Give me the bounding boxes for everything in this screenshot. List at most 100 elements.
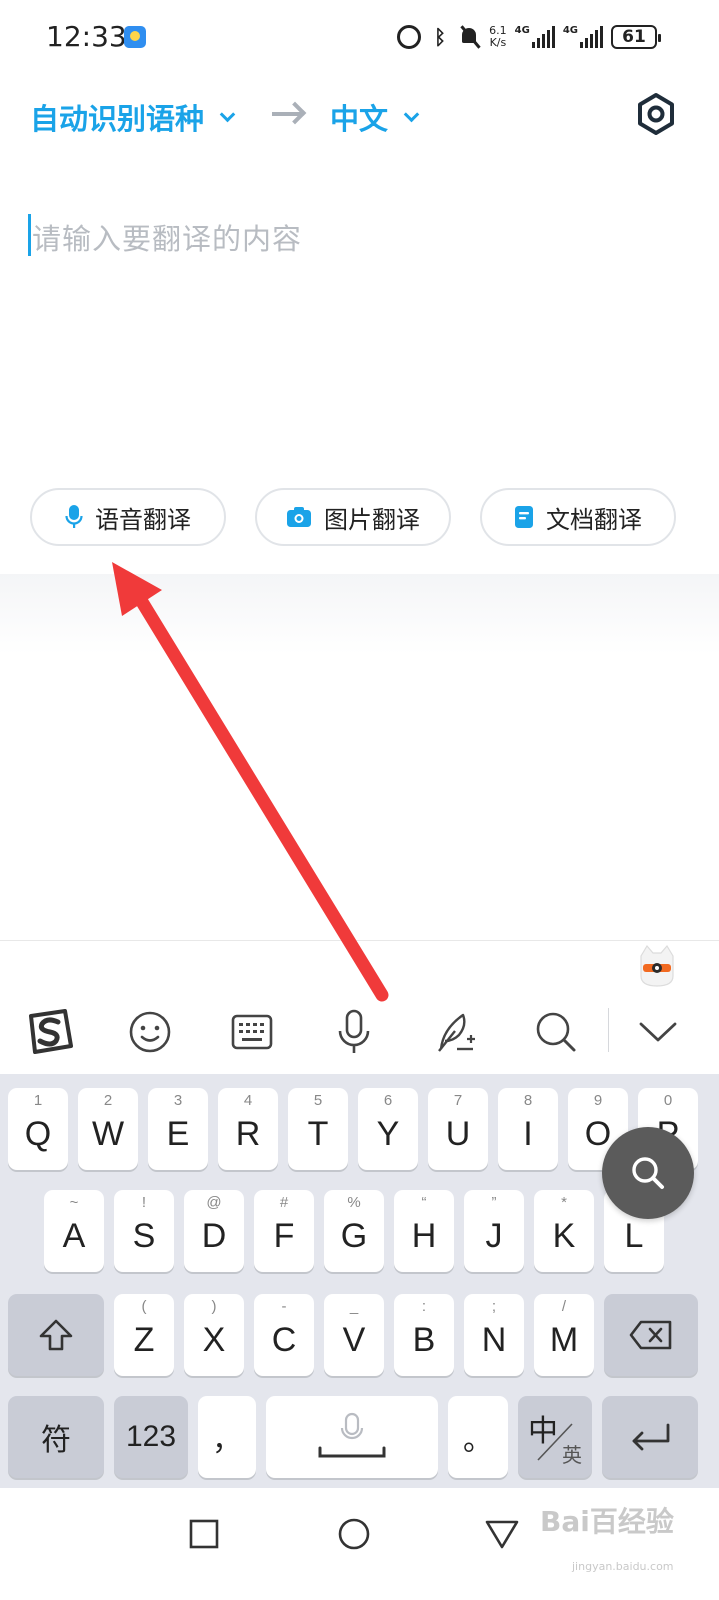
key-label: L xyxy=(624,1216,644,1255)
key-h[interactable]: “H xyxy=(394,1190,454,1272)
chevron-down-icon xyxy=(639,1022,677,1042)
comma-key[interactable]: ， xyxy=(198,1396,256,1478)
keyboard-layout-button[interactable] xyxy=(224,1004,280,1060)
key-hint: ~ xyxy=(69,1194,79,1211)
key-sublabel: 英 xyxy=(562,1445,582,1467)
key-d[interactable]: @ D xyxy=(184,1190,244,1272)
key-c[interactable]: -C xyxy=(254,1294,314,1376)
symbols-key[interactable]: 符 xyxy=(8,1396,104,1478)
key-hint: # xyxy=(279,1194,289,1211)
key-label: B xyxy=(412,1320,436,1359)
key-k[interactable]: * K xyxy=(534,1190,594,1272)
key-q[interactable]: 1Q xyxy=(8,1088,68,1170)
voice-translate-button[interactable]: 语音翻译 xyxy=(30,488,226,546)
key-s[interactable]: ! S xyxy=(114,1190,174,1272)
key-hint: * xyxy=(561,1194,567,1211)
battery-indicator: 61 xyxy=(611,25,661,49)
key-hint: 9 xyxy=(593,1092,603,1109)
text-caret xyxy=(28,214,31,256)
enter-key[interactable] xyxy=(602,1396,698,1478)
key-label: Q xyxy=(24,1114,52,1153)
key-i[interactable]: 8I xyxy=(498,1088,558,1170)
key-hint: 7 xyxy=(453,1092,463,1109)
key-e[interactable]: 3E xyxy=(148,1088,208,1170)
net-type-label: 4G xyxy=(514,25,530,36)
key-hint: 5 xyxy=(313,1092,323,1109)
key-label: U xyxy=(445,1114,471,1153)
key-label: I xyxy=(523,1114,533,1153)
search-button[interactable] xyxy=(528,1004,584,1060)
key-hint: - xyxy=(281,1298,287,1315)
key-g[interactable]: % G xyxy=(324,1190,384,1272)
key-b[interactable]: :B xyxy=(394,1294,454,1376)
settings-icon[interactable] xyxy=(634,92,678,136)
triangle-back-icon xyxy=(485,1520,519,1549)
document-translate-button[interactable]: 文档翻译 xyxy=(480,488,676,546)
back-button[interactable] xyxy=(482,1514,522,1554)
network-speed-unit: K/s xyxy=(489,36,507,49)
shift-key[interactable] xyxy=(8,1294,104,1376)
collapse-keyboard-button[interactable] xyxy=(630,1004,686,1060)
camera-icon xyxy=(287,507,311,527)
shift-icon xyxy=(39,1319,73,1351)
weather-icon xyxy=(124,26,146,48)
target-language-selector[interactable]: 中文 xyxy=(330,96,420,138)
sogou-logo-button[interactable] xyxy=(22,1004,78,1060)
key-hint: 0 xyxy=(663,1092,673,1109)
home-button[interactable] xyxy=(334,1514,374,1554)
key-label: D xyxy=(201,1216,227,1255)
key-m[interactable]: / M xyxy=(534,1294,594,1376)
network-speed: 6.1 K/s xyxy=(489,25,507,49)
key-u[interactable]: 7U xyxy=(428,1088,488,1170)
key-x[interactable]: ) X xyxy=(184,1294,244,1376)
key-label: T xyxy=(307,1114,329,1153)
floating-search-button[interactable] xyxy=(602,1127,694,1219)
search-icon xyxy=(536,1012,576,1052)
key-hint: : xyxy=(421,1298,427,1315)
emoji-button[interactable] xyxy=(122,1004,178,1060)
signal-1: 4G xyxy=(515,26,555,48)
key-y[interactable]: 6Y xyxy=(358,1088,418,1170)
key-hint: _ xyxy=(349,1298,359,1315)
key-v[interactable]: _ V xyxy=(324,1294,384,1376)
key-hint: ” xyxy=(491,1194,497,1211)
key-label: H xyxy=(411,1216,437,1255)
space-key[interactable] xyxy=(266,1396,438,1478)
mute-icon xyxy=(459,25,481,49)
key-w[interactable]: 2W xyxy=(78,1088,138,1170)
key-z[interactable]: (Z xyxy=(114,1294,174,1376)
key-label: X xyxy=(202,1320,226,1359)
numbers-key[interactable]: 123 xyxy=(114,1396,188,1478)
key-hint: 2 xyxy=(103,1092,113,1109)
key-label: 123 xyxy=(125,1420,177,1453)
watermark-brand: Bai百经验 xyxy=(540,1505,674,1538)
backspace-key[interactable] xyxy=(604,1294,698,1376)
key-label: V xyxy=(342,1320,366,1359)
microphone-icon xyxy=(65,505,83,528)
key-n[interactable]: ; N xyxy=(464,1294,524,1376)
key-a[interactable]: ~ A xyxy=(44,1190,104,1272)
feather-pen-icon xyxy=(438,1013,475,1052)
key-j[interactable]: ” J xyxy=(464,1190,524,1272)
mascot-icon[interactable] xyxy=(637,944,677,988)
chevron-down-icon xyxy=(403,106,420,122)
key-hint: ( xyxy=(141,1298,147,1315)
toolbar-separator xyxy=(608,1008,609,1052)
arrow-right-icon xyxy=(272,112,302,116)
period-key[interactable]: 。 xyxy=(448,1396,508,1478)
source-language-label: 自动识别语种 xyxy=(30,102,205,136)
sogou-logo-icon xyxy=(29,1009,73,1054)
lang-switch-key[interactable]: 中 英 xyxy=(518,1396,592,1478)
recents-button[interactable] xyxy=(184,1514,224,1554)
handwriting-button[interactable] xyxy=(428,1004,484,1060)
square-icon xyxy=(189,1519,219,1549)
signal-bars-icon xyxy=(580,26,603,48)
key-r[interactable]: 4R xyxy=(218,1088,278,1170)
image-translate-button[interactable]: 图片翻译 xyxy=(255,488,451,546)
voice-input-button[interactable] xyxy=(326,1004,382,1060)
source-language-selector[interactable]: 自动识别语种 xyxy=(30,96,236,138)
translate-input[interactable]: 请输入要翻译的内容 xyxy=(28,212,688,262)
keyboard: 1Q 2W 3E 4R 5T 6Y 7U 8I 9O 0P ~A !S @D #… xyxy=(0,1074,719,1488)
key-t[interactable]: 5T xyxy=(288,1088,348,1170)
key-f[interactable]: # F xyxy=(254,1190,314,1272)
